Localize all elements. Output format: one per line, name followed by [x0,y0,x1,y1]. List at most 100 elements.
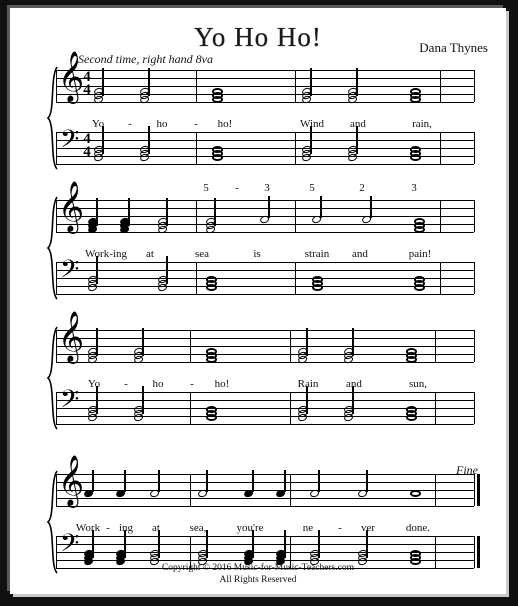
barline [440,70,441,102]
note-stem [124,530,126,558]
staff-right-barline [474,70,475,102]
note-stem [148,68,150,96]
fingering-number: 5 [203,182,209,194]
lyric-syllable: ho [152,378,164,390]
treble-clef-icon: 𝄞 [58,311,85,362]
staff-line [56,70,474,71]
staff-line [56,330,474,331]
lyric-syllable: Yo [87,378,101,390]
notehead [406,414,417,421]
copyright-notice: Copyright © 2016 Music-for-Music-Teacher… [10,562,506,586]
note-stem [268,196,270,218]
bass-clef-icon: 𝄢 [60,385,80,420]
lyric-syllable: sun, [408,378,428,390]
fingering-number: - [235,182,239,194]
staff-line [56,232,474,233]
lyric-syllable: pain! [408,248,432,260]
lyric-syllable: - [338,522,342,534]
lyric-syllable: at [152,522,160,534]
copyright-line-1: Copyright © 2016 Music-for-Music-Teacher… [161,563,355,573]
staff-line [56,506,474,507]
lyric-syllable: and [350,118,366,130]
bass-clef-icon: 𝄢 [60,125,80,160]
barline [295,200,296,232]
staff-line [56,536,474,537]
staff-line [56,140,474,141]
note-stem [102,68,104,96]
composer-credit: Dana Thynes [419,40,488,55]
staff-line [56,86,474,87]
staff-line [56,474,474,475]
staff-right-barline [474,330,475,362]
lyric-syllable: sea, [189,522,207,534]
note-stem [102,126,104,154]
staff-line [56,270,474,271]
lyric-syllable: is [253,248,261,260]
staff-left-barline [56,262,57,294]
treble-clef-icon: 𝄞 [58,181,85,232]
barline [440,200,441,232]
note-stem [318,470,320,492]
lyric-syllable: ver [360,522,376,534]
barline [196,200,197,232]
fingering-number: 3 [411,182,417,194]
note-stem [310,68,312,96]
staff-right-barline [474,262,475,294]
barline [435,392,436,424]
note-stem [356,126,358,154]
lyric-syllable: strain [304,248,330,260]
lyric-syllable: - [194,118,198,130]
treble-clef-icon: 𝄞 [58,455,85,506]
lyric-syllable: Wind [300,118,324,130]
barline [290,330,291,362]
note-stem [92,530,94,558]
lyric-syllable: sea [194,248,210,260]
lyric-syllable: ing [118,522,134,534]
lyric-syllable: and [352,248,368,260]
staff-line [56,294,474,295]
staff-line [56,200,474,201]
barline [440,262,441,294]
notehead [312,284,323,291]
staff-left-barline [56,330,57,362]
barline [295,70,296,102]
bass-clef-icon: 𝄢 [60,529,80,564]
note-stem [96,328,98,356]
note-stem [166,198,168,226]
staff-line [56,424,474,425]
staff-line [56,132,474,133]
barline [435,474,436,506]
performance-direction: Second time, right hand 8va [78,52,213,66]
staff-line [56,482,474,483]
staff-right-barline [474,132,475,164]
staff-line [56,400,474,401]
notehead [206,284,217,291]
note-stem [124,470,126,492]
barline [290,474,291,506]
lyric-syllable: Work-ing [85,248,127,260]
lyric-syllable: at [146,248,154,260]
time-signature: 44 [80,132,94,160]
staff-left-barline [56,474,57,506]
notehead [406,356,417,363]
lyric-syllable: - [106,522,110,534]
staff-line [56,224,474,225]
barline [295,262,296,294]
lyric-syllable: and [346,378,362,390]
note-stem [370,196,372,218]
note-stem [128,198,130,226]
fingering-number: 3 [264,182,270,194]
notehead [414,284,425,291]
staff-line [56,78,474,79]
staff-line [56,544,474,545]
time-signature-denominator: 4 [83,82,91,98]
lyric-syllable: ne [302,522,314,534]
note-stem [206,530,208,558]
sheet-music-page: Yo Ho Ho! Dana Thynes Second time, right… [10,8,506,594]
barline [196,70,197,102]
note-stem [356,68,358,96]
note-stem [252,470,254,492]
note-stem [284,470,286,492]
note-stem [206,470,208,492]
lyric-syllable: - [124,378,128,390]
